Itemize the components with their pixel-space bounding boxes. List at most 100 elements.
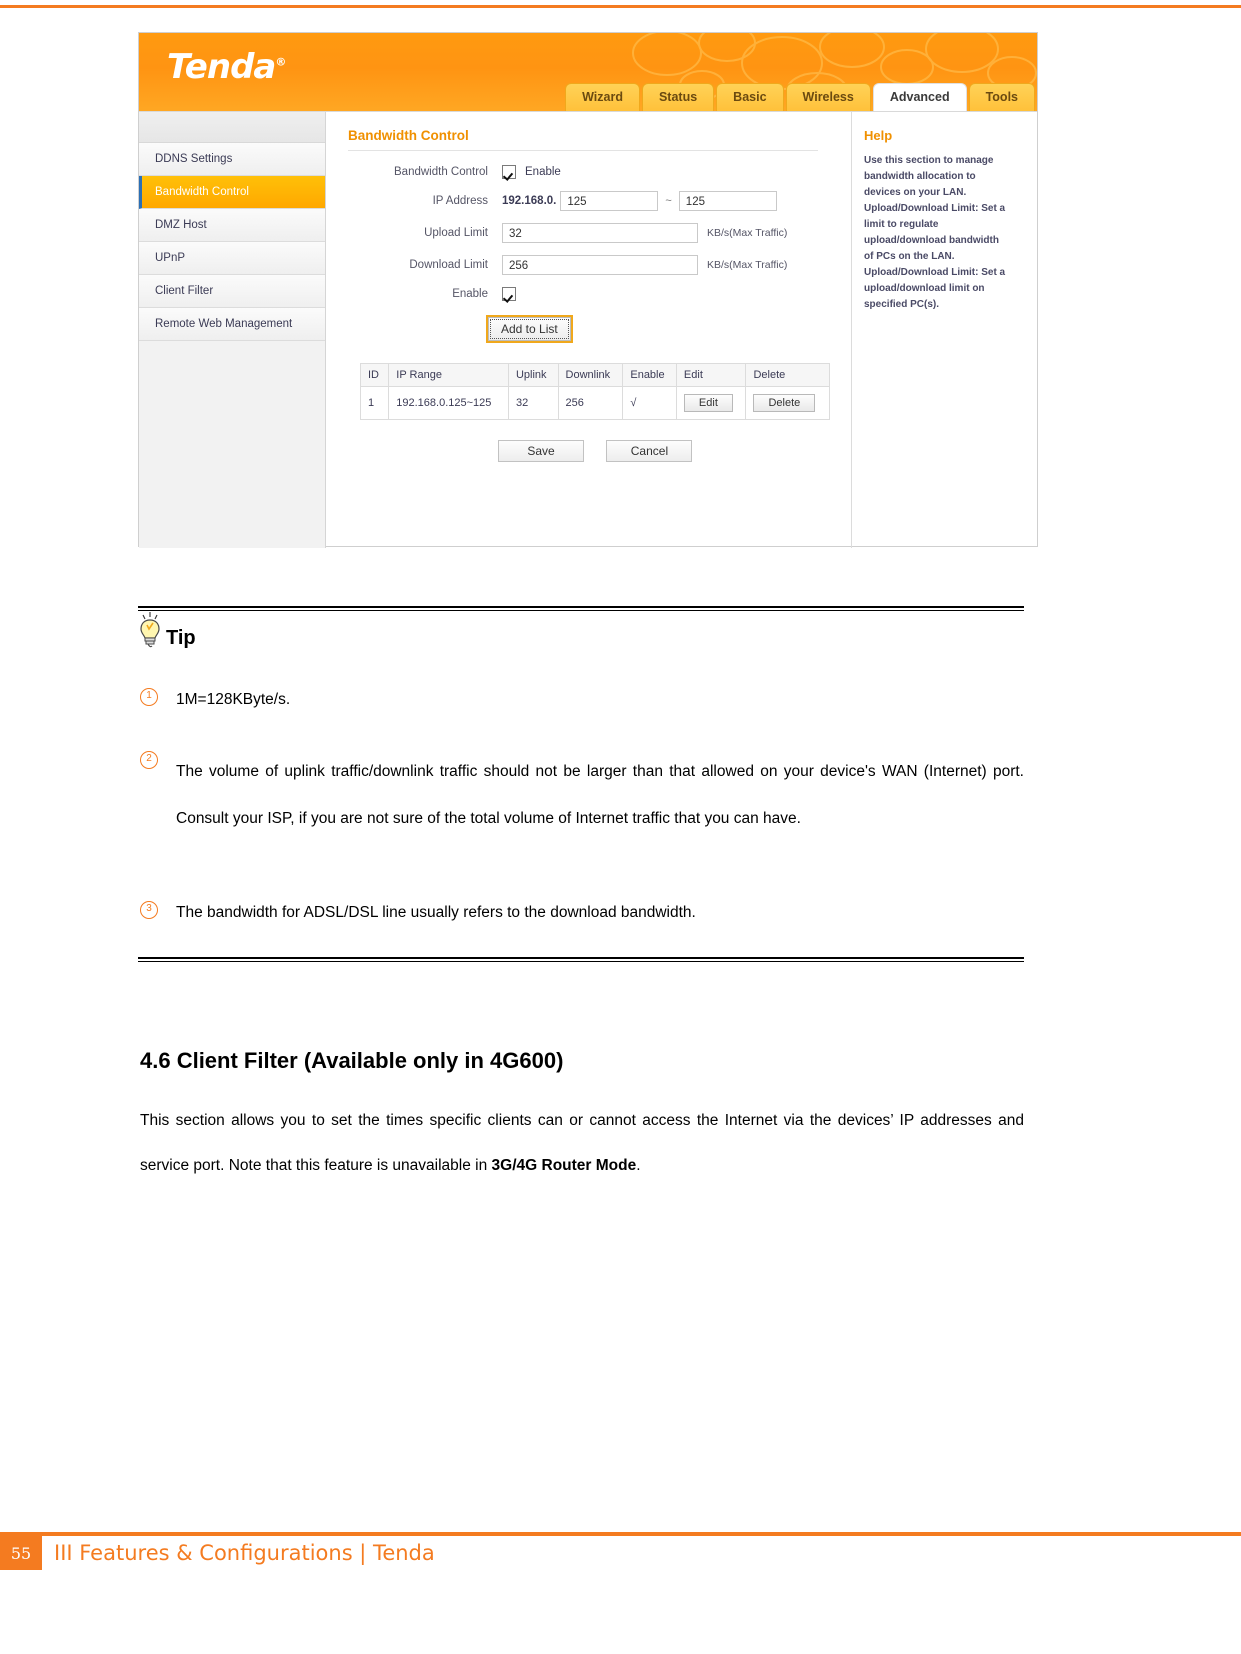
lightbulb-icon <box>138 612 164 650</box>
router-tab-bar: Wizard Status Basic Wireless Advanced To… <box>565 83 1037 111</box>
tip-item-3: 3 The bandwidth for ADSL/DSL line usuall… <box>140 898 1024 928</box>
page-footer: 55 III Features & Configurations | Tenda <box>0 1536 435 1570</box>
tip-bottom-rule <box>138 957 1024 962</box>
section-paragraph: This section allows you to set the times… <box>140 1098 1024 1188</box>
help-title: Help <box>864 128 893 143</box>
tip-marker-2: 2 <box>140 751 158 769</box>
tab-wireless[interactable]: Wireless <box>785 83 871 111</box>
bandwidth-rules-table: ID IP Range Uplink Downlink Enable Edit … <box>359 363 830 420</box>
registered-mark: ® <box>275 55 286 69</box>
tab-advanced[interactable]: Advanced <box>872 83 967 111</box>
help-line: Use this section to manage <box>864 155 994 166</box>
router-body: DDNS Settings Bandwidth Control DMZ Host… <box>139 111 1037 548</box>
download-limit-unit: KB/s(Max Traffic) <box>707 259 788 271</box>
cell-enable-check: √ <box>622 386 677 420</box>
table-row: 1 192.168.0.125~125 32 256 √ Edit Delete <box>359 386 830 420</box>
help-line: Upload/Download Limit: Set a <box>864 267 1006 278</box>
tab-wizard[interactable]: Wizard <box>565 83 640 111</box>
router-header: Tenda® Wizard Status Basic Wireless Adva… <box>139 33 1037 111</box>
help-line: bandwidth allocation to <box>864 171 976 182</box>
download-limit-input[interactable]: 256 <box>502 255 698 275</box>
label-ip-address: IP Address <box>432 195 488 207</box>
sidebar-item-bandwidth-control[interactable]: Bandwidth Control <box>139 176 325 209</box>
edit-button[interactable]: Edit <box>683 394 733 412</box>
page-top-rule <box>0 5 1241 8</box>
label-enable: Enable <box>525 166 561 178</box>
upload-limit-input[interactable]: 32 <box>502 223 698 243</box>
paragraph-part-2: . <box>636 1157 641 1174</box>
upload-limit-unit: KB/s(Max Traffic) <box>707 227 788 239</box>
tab-status[interactable]: Status <box>641 83 715 111</box>
bandwidth-control-checkbox[interactable] <box>502 165 516 179</box>
table-header-row: ID IP Range Uplink Downlink Enable Edit … <box>359 363 830 387</box>
help-panel: Help Use this section to manage bandwidt… <box>851 112 1037 548</box>
help-body: Use this section to manage bandwidth all… <box>864 153 1027 313</box>
tip-label: Tip <box>166 627 196 649</box>
help-line: limit to regulate <box>864 219 939 230</box>
tab-basic[interactable]: Basic <box>716 83 784 111</box>
save-button[interactable]: Save <box>498 440 584 462</box>
row-bandwidth-control-enable: Bandwidth Control Enable <box>348 165 851 179</box>
row-ip-address: IP Address 192.168.0. 125 ~ 125 <box>348 191 851 211</box>
col-edit: Edit <box>675 363 747 387</box>
help-line: specified PC(s). <box>864 299 940 310</box>
sidebar-item-remote-web-management[interactable]: Remote Web Management <box>139 308 325 341</box>
tip-text-1: 1M=128KByte/s. <box>176 691 291 708</box>
col-delete: Delete <box>745 363 830 387</box>
panel-title: Bandwidth Control <box>348 128 469 143</box>
label-download-limit: Download Limit <box>409 259 488 271</box>
ip-start-input[interactable]: 125 <box>560 191 659 211</box>
add-to-list-button[interactable]: Add to List <box>488 317 571 341</box>
ip-range-dash: ~ <box>665 195 672 207</box>
footer-text: III Features & Configurations | Tenda <box>54 1541 435 1565</box>
add-to-list-row: Add to List <box>488 317 851 341</box>
cancel-button[interactable]: Cancel <box>606 440 693 462</box>
tip-item-1: 1 1M=128KByte/s. <box>140 685 1024 715</box>
sidebar-item-ddns-settings[interactable]: DDNS Settings <box>139 143 325 176</box>
label-bandwidth-control: Bandwidth Control <box>394 166 488 178</box>
cell-downlink: 256 <box>557 386 624 420</box>
tip-item-2: 2 The volume of uplink traffic/downlink … <box>140 748 1024 842</box>
sidebar-item-dmz-host[interactable]: DMZ Host <box>139 209 325 242</box>
tenda-logo: Tenda® <box>167 47 286 87</box>
col-downlink: Downlink <box>557 363 624 387</box>
tenda-logo-text: Tenda <box>167 47 276 87</box>
tip-header: Tip <box>138 612 196 650</box>
entry-enable-checkbox[interactable] <box>502 287 516 301</box>
col-uplink: Uplink <box>507 363 559 387</box>
help-line: Upload/Download Limit: Set a <box>864 203 1006 214</box>
help-line: upload/download limit on <box>864 283 985 294</box>
row-entry-enable: Enable <box>348 287 851 301</box>
sidebar-spacer <box>139 112 325 143</box>
help-line: of PCs on the LAN. <box>864 251 955 262</box>
ip-prefix-text: 192.168.0. <box>502 195 557 207</box>
page-title: 4.6 Client Filter (Available only in 4G6… <box>140 1048 564 1074</box>
cell-id: 1 <box>359 386 390 420</box>
router-sidebar: DDNS Settings Bandwidth Control DMZ Host… <box>139 112 326 548</box>
help-line: upload/download bandwidth <box>864 235 999 246</box>
col-id: ID <box>359 363 390 387</box>
sidebar-item-upnp[interactable]: UPnP <box>139 242 325 275</box>
form-action-row: Save Cancel <box>498 440 851 462</box>
tip-top-rule <box>138 606 1024 611</box>
help-line: devices on your LAN. <box>864 187 967 198</box>
cell-edit: Edit <box>675 386 747 420</box>
tip-text-2: The volume of uplink traffic/downlink tr… <box>176 763 1024 827</box>
ip-end-input[interactable]: 125 <box>678 191 777 211</box>
label-entry-enable: Enable <box>452 288 488 300</box>
page-number: 55 <box>0 1536 42 1570</box>
panel-title-divider <box>348 150 818 151</box>
row-upload-limit: Upload Limit 32 KB/s(Max Traffic) <box>348 223 851 243</box>
router-ui-screenshot: Tenda® Wizard Status Basic Wireless Adva… <box>138 32 1038 548</box>
tip-text-3: The bandwidth for ADSL/DSL line usually … <box>176 904 696 921</box>
bandwidth-control-panel: Bandwidth Control Bandwidth Control Enab… <box>326 112 851 548</box>
sidebar-item-client-filter[interactable]: Client Filter <box>139 275 325 308</box>
tip-marker-1: 1 <box>140 688 158 706</box>
col-enable: Enable <box>622 363 677 387</box>
tab-tools[interactable]: Tools <box>968 83 1035 111</box>
cell-uplink: 32 <box>507 386 559 420</box>
paragraph-bold-term: 3G/4G Router Mode <box>491 1157 637 1174</box>
delete-button[interactable]: Delete <box>753 394 816 412</box>
cell-ip-range: 192.168.0.125~125 <box>388 386 509 420</box>
tip-marker-3: 3 <box>140 901 158 919</box>
